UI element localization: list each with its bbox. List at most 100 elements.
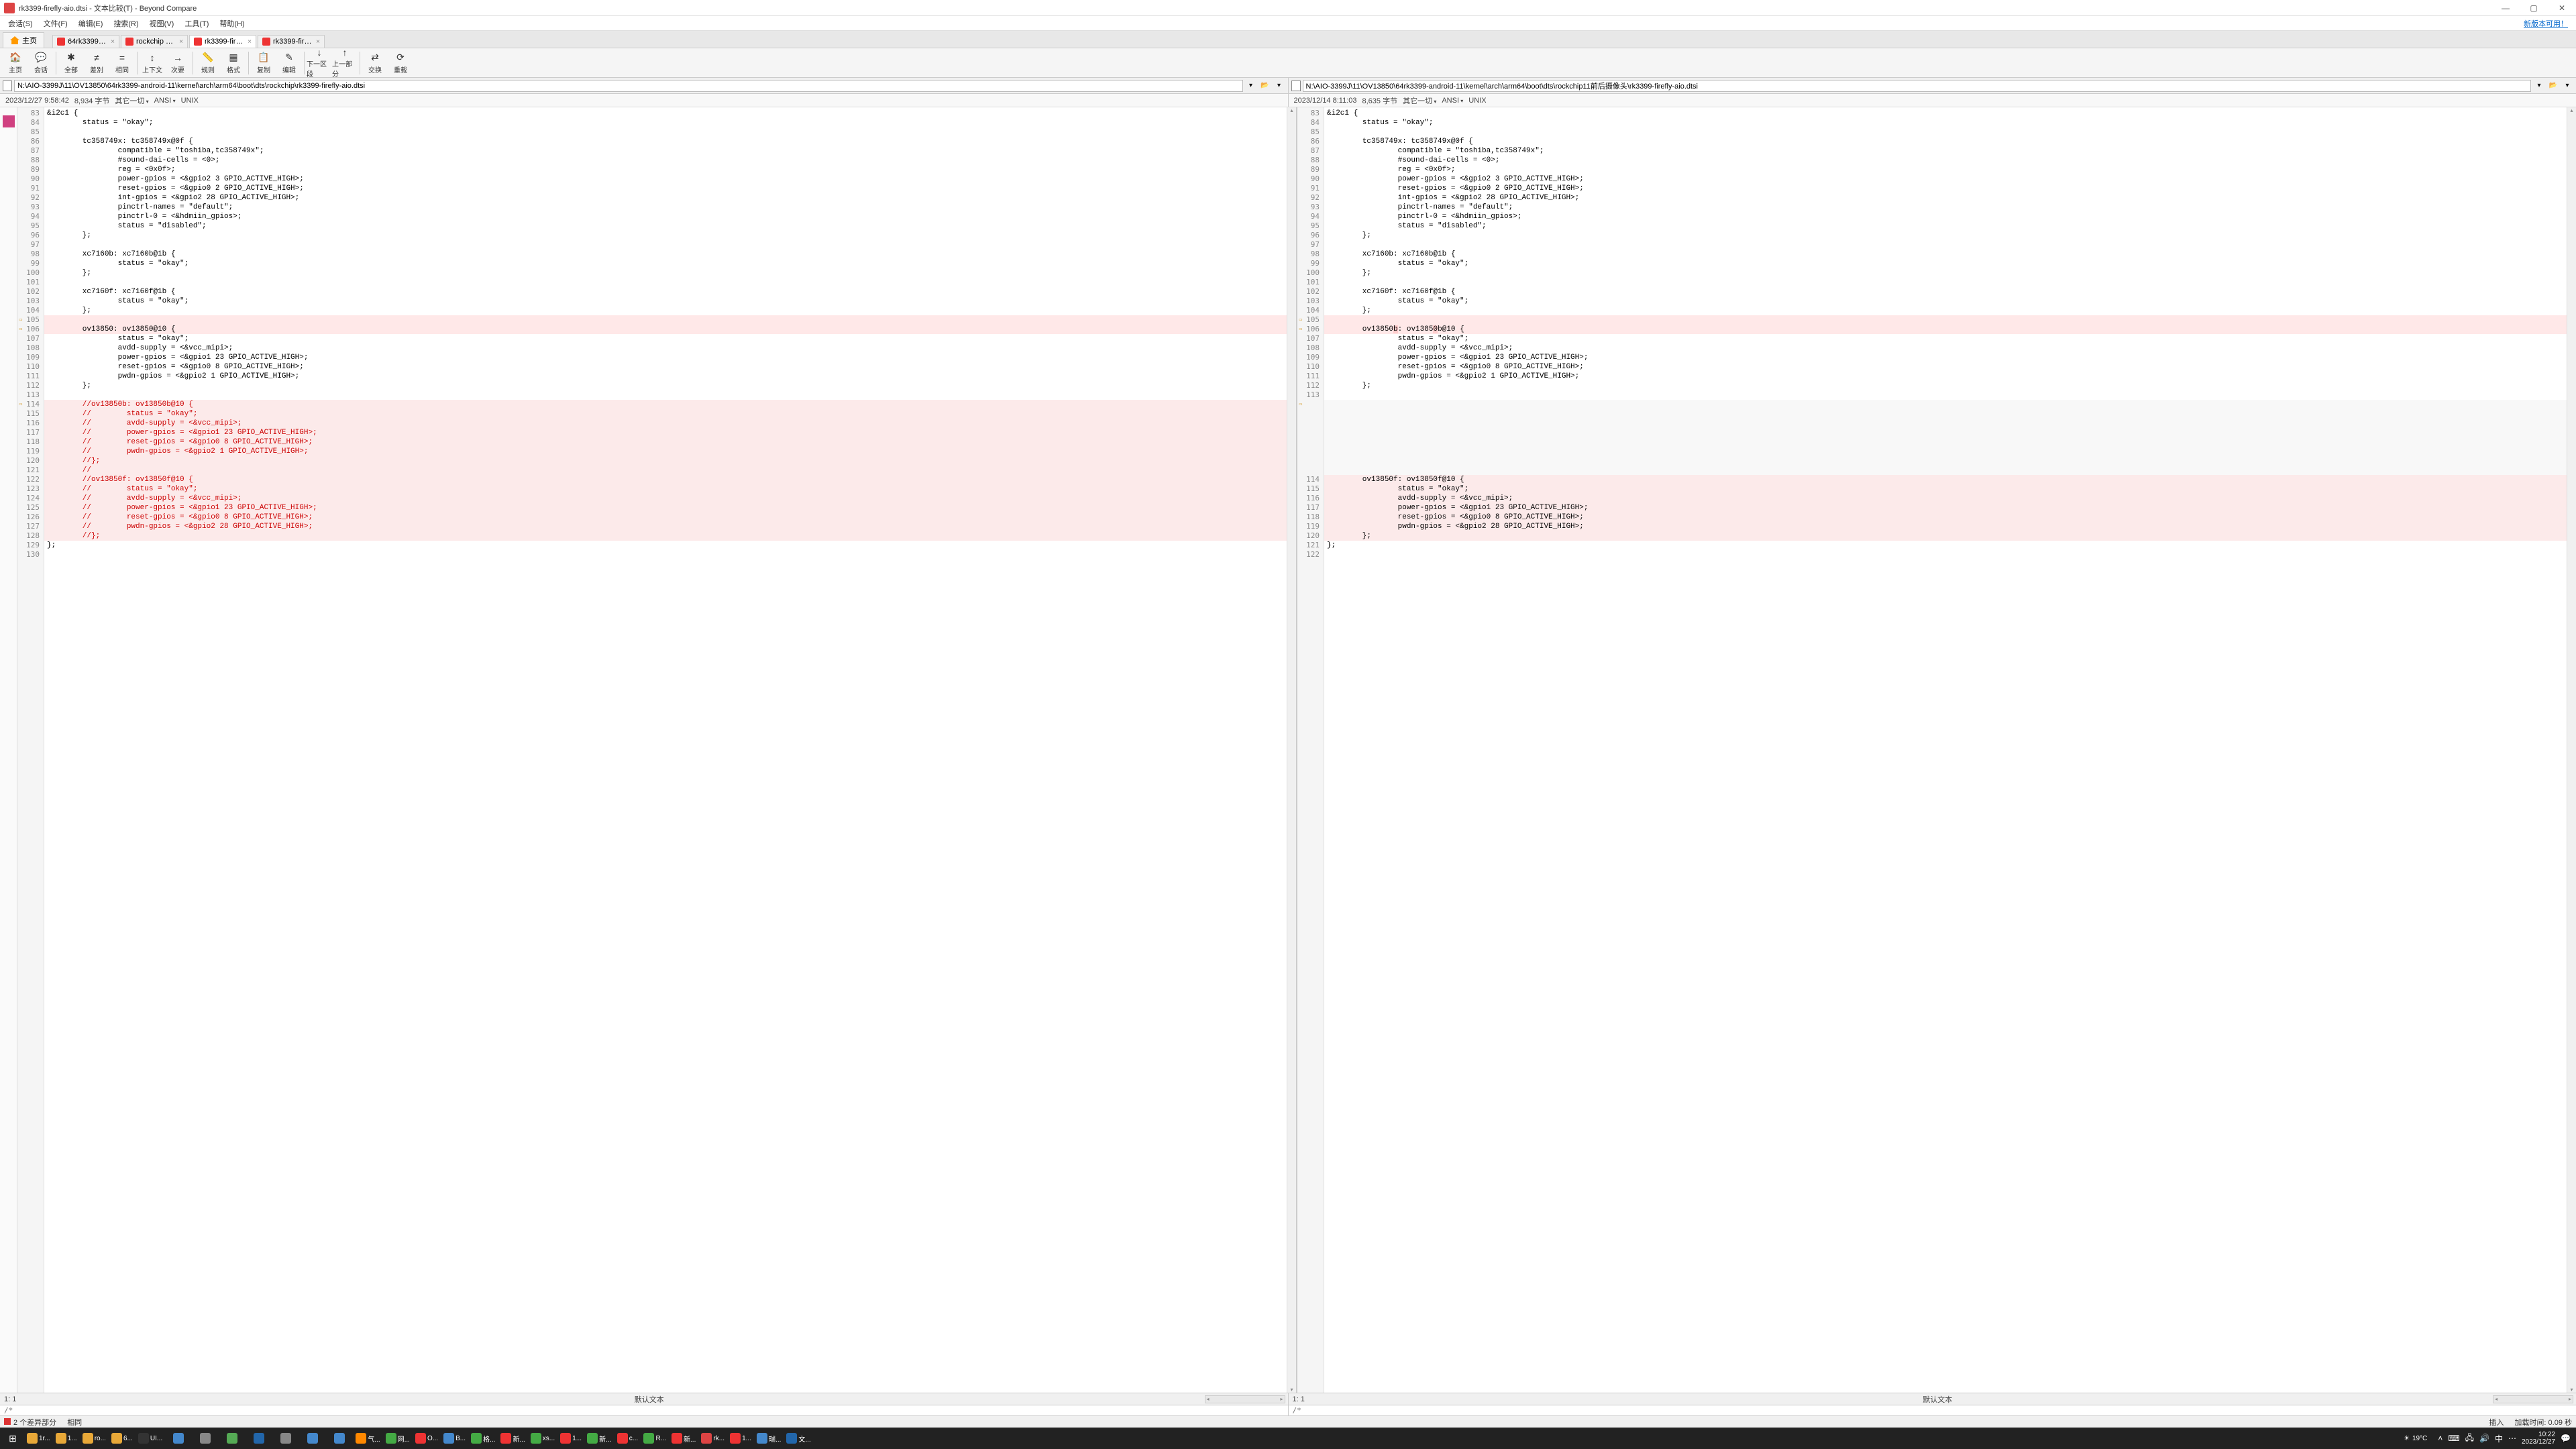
taskbar-item[interactable]: xs...: [528, 1429, 557, 1448]
code-line[interactable]: [1324, 400, 2567, 409]
tray-volume-icon[interactable]: 🔊: [2479, 1434, 2489, 1443]
code-line[interactable]: #sound-dai-cells = <0>;: [1324, 156, 2567, 165]
file-tab[interactable]: rockchip <-...×: [121, 35, 188, 48]
left-filter[interactable]: 其它一切: [115, 95, 148, 106]
code-line[interactable]: [1324, 456, 2567, 466]
code-line[interactable]: status = "okay";: [1324, 297, 2567, 306]
code-line[interactable]: [1324, 428, 2567, 437]
code-line[interactable]: status = "okay";: [1324, 259, 2567, 268]
left-more-button[interactable]: ▾: [1273, 80, 1285, 92]
reload-button[interactable]: ⟳重载: [388, 50, 413, 76]
context-button[interactable]: ↕上下文: [140, 50, 165, 76]
code-line[interactable]: tc358749x: tc358749x@0f {: [1324, 137, 2567, 146]
taskbar-item[interactable]: 网...: [383, 1429, 413, 1448]
code-line[interactable]: };: [44, 541, 1287, 550]
code-line[interactable]: avdd-supply = <&vcc_mipi>;: [1324, 494, 2567, 503]
right-encoding[interactable]: ANSI: [1442, 97, 1463, 105]
left-h-scrollbar[interactable]: [1205, 1395, 1285, 1403]
tray-more-icon[interactable]: ⋯: [2508, 1434, 2516, 1443]
close-tab-icon[interactable]: ×: [316, 38, 320, 46]
taskbar-item[interactable]: [272, 1429, 299, 1448]
code-line[interactable]: [1324, 240, 2567, 250]
code-line[interactable]: avdd-supply = <&vcc_mipi>;: [44, 343, 1287, 353]
code-line[interactable]: &i2c1 {: [44, 109, 1287, 118]
code-line[interactable]: status = "disabled";: [44, 221, 1287, 231]
right-path-input[interactable]: [1303, 80, 2532, 92]
clock[interactable]: 10:22 2023/12/27: [2522, 1431, 2555, 1446]
code-line[interactable]: xc7160f: xc7160f@1b {: [1324, 287, 2567, 297]
right-scrollbar[interactable]: [2567, 107, 2576, 1393]
code-line[interactable]: [1324, 390, 2567, 400]
close-tab-icon[interactable]: ×: [111, 38, 115, 46]
code-line[interactable]: [44, 315, 1287, 325]
code-line[interactable]: //: [44, 466, 1287, 475]
rules-button[interactable]: 📏规则: [195, 50, 221, 76]
menu-item[interactable]: 编辑(E): [73, 17, 109, 30]
left-encoding[interactable]: ANSI: [154, 97, 176, 105]
taskbar-item[interactable]: 1...: [727, 1429, 754, 1448]
thumbnail-overview[interactable]: [0, 107, 17, 1393]
taskbar-item[interactable]: 1r...: [24, 1429, 53, 1448]
taskbar-item[interactable]: 1...: [53, 1429, 80, 1448]
code-line[interactable]: };: [44, 306, 1287, 315]
minimize-button[interactable]: —: [2496, 3, 2516, 13]
format-button[interactable]: ▦格式: [221, 50, 246, 76]
right-more-button[interactable]: ▾: [2561, 80, 2573, 92]
diff-button[interactable]: ≠差別: [84, 50, 109, 76]
code-line[interactable]: [44, 127, 1287, 137]
taskbar-item[interactable]: B...: [441, 1429, 468, 1448]
code-line[interactable]: int-gpios = <&gpio2 28 GPIO_ACTIVE_HIGH>…: [1324, 193, 2567, 203]
code-line[interactable]: [44, 390, 1287, 400]
code-line[interactable]: //ov13850b: ov13850b@10 {: [44, 400, 1287, 409]
code-line[interactable]: // avdd-supply = <&vcc_mipi>;: [44, 494, 1287, 503]
code-line[interactable]: // status = "okay";: [44, 484, 1287, 494]
menu-item[interactable]: 视图(V): [144, 17, 180, 30]
code-line[interactable]: reset-gpios = <&gpio0 8 GPIO_ACTIVE_HIGH…: [1324, 362, 2567, 372]
code-line[interactable]: };: [44, 231, 1287, 240]
tray-network-icon[interactable]: 🖧: [2465, 1432, 2474, 1446]
all-button[interactable]: ✱全部: [58, 50, 84, 76]
code-line[interactable]: power-gpios = <&gpio2 3 GPIO_ACTIVE_HIGH…: [1324, 174, 2567, 184]
tray-chevron-icon[interactable]: ˄: [2438, 1434, 2443, 1443]
code-line[interactable]: };: [1324, 306, 2567, 315]
left-path-input[interactable]: [14, 80, 1243, 92]
code-line[interactable]: status = "okay";: [44, 334, 1287, 343]
taskbar-item[interactable]: 6...: [109, 1429, 136, 1448]
code-line[interactable]: //ov13850f: ov13850f@10 {: [44, 475, 1287, 484]
session-button[interactable]: 💬会话: [28, 50, 54, 76]
code-line[interactable]: [44, 550, 1287, 559]
code-line[interactable]: [44, 278, 1287, 287]
left-open-button[interactable]: 📂: [1259, 80, 1271, 92]
file-tab[interactable]: rk3399-firefly...×: [189, 35, 256, 48]
prevpart-button[interactable]: ↑上一部分: [332, 50, 358, 76]
code-line[interactable]: // reset-gpios = <&gpio0 8 GPIO_ACTIVE_H…: [44, 437, 1287, 447]
menu-item[interactable]: 会话(S): [3, 17, 38, 30]
code-line[interactable]: [1324, 550, 2567, 559]
taskbar-item[interactable]: 新...: [584, 1429, 614, 1448]
code-line[interactable]: // avdd-supply = <&vcc_mipi>;: [44, 419, 1287, 428]
code-line[interactable]: // pwdn-gpios = <&gpio2 1 GPIO_ACTIVE_HI…: [44, 447, 1287, 456]
code-line[interactable]: status = "okay";: [1324, 484, 2567, 494]
code-line[interactable]: reset-gpios = <&gpio0 8 GPIO_ACTIVE_HIGH…: [1324, 513, 2567, 522]
code-line[interactable]: [44, 240, 1287, 250]
copy-button[interactable]: 📋复制: [251, 50, 276, 76]
code-line[interactable]: pinctrl-0 = <&hdmiin_gpios>;: [44, 212, 1287, 221]
code-line[interactable]: status = "okay";: [1324, 334, 2567, 343]
taskbar-item[interactable]: O...: [413, 1429, 441, 1448]
taskbar-item[interactable]: [165, 1429, 192, 1448]
code-line[interactable]: reset-gpios = <&gpio0 2 GPIO_ACTIVE_HIGH…: [44, 184, 1287, 193]
code-line[interactable]: [1324, 447, 2567, 456]
code-line[interactable]: // power-gpios = <&gpio1 23 GPIO_ACTIVE_…: [44, 428, 1287, 437]
file-tab[interactable]: 64rk3399-an...×: [52, 35, 119, 48]
right-path-dropdown[interactable]: ▾: [2533, 80, 2545, 92]
taskbar-item[interactable]: 瑞...: [754, 1429, 784, 1448]
taskbar-item[interactable]: 气...: [353, 1429, 382, 1448]
code-line[interactable]: #sound-dai-cells = <0>;: [44, 156, 1287, 165]
start-button[interactable]: ⊞: [1, 1429, 24, 1448]
code-line[interactable]: xc7160b: xc7160b@1b {: [44, 250, 1287, 259]
code-line[interactable]: compatible = "toshiba,tc358749x";: [44, 146, 1287, 156]
code-line[interactable]: //};: [44, 456, 1287, 466]
menu-item[interactable]: 帮助(H): [214, 17, 250, 30]
code-line[interactable]: ov13850: ov13850@10 {: [44, 325, 1287, 334]
file-tab[interactable]: rk3399-firefl...*×: [258, 35, 325, 48]
